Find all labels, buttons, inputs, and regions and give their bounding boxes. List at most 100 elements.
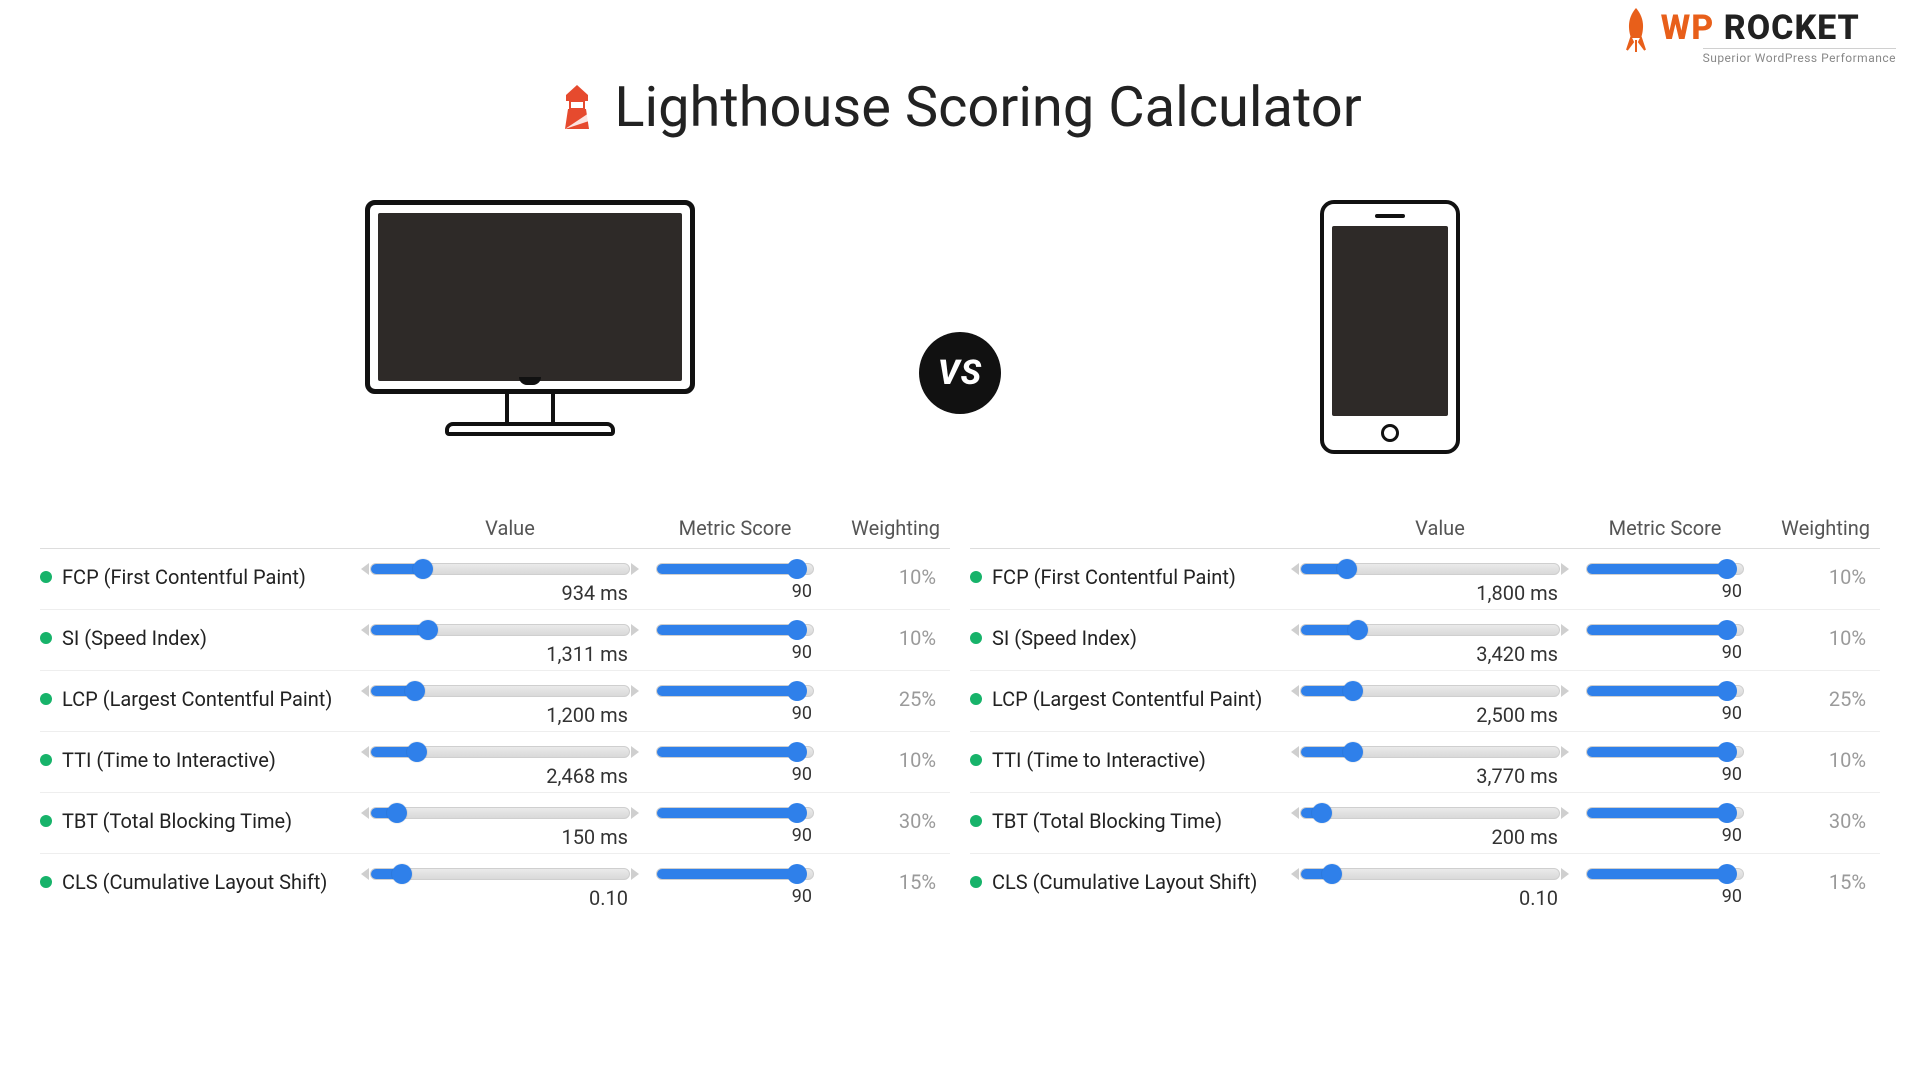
status-dot-icon [970,571,982,583]
value-slider[interactable] [1300,807,1560,819]
score-slider[interactable] [656,746,814,758]
score-slider[interactable] [656,624,814,636]
status-dot-icon [970,754,982,766]
metric-weight: 10% [820,624,940,650]
metric-row: CLS (Cumulative Layout Shift)0.109015% [970,853,1880,914]
metric-weight: 10% [1750,624,1870,650]
metric-score: 90 [650,886,820,907]
metric-value: 200 ms [1300,825,1560,849]
metric-label: TTI (Time to Interactive) [970,746,1300,772]
status-dot-icon [970,693,982,705]
value-slider[interactable] [370,807,630,819]
status-dot-icon [40,632,52,644]
score-slider[interactable] [1586,746,1744,758]
metric-row: FCP (First Contentful Paint) 1,800 ms 9010… [970,549,1880,609]
score-slider[interactable] [656,685,814,697]
status-dot-icon [40,876,52,888]
metric-value: 2,500 ms [1300,703,1560,727]
metric-score: 90 [1580,703,1750,724]
score-slider[interactable] [656,563,814,575]
metric-score: 90 [1580,581,1750,602]
score-slider[interactable] [1586,807,1744,819]
metric-value: 150 ms [370,825,630,849]
metric-name: CLS (Cumulative Layout Shift) [62,870,327,894]
value-slider[interactable] [370,868,630,880]
metric-weight: 15% [820,868,940,894]
metric-score: 90 [650,703,820,724]
metric-row: SI (Speed Index)3,420 ms9010% [970,609,1880,670]
col-value: Value [370,516,650,540]
metric-weight: 10% [820,563,940,589]
metric-value: 0.10 [370,886,630,910]
metric-name: TTI (Time to Interactive) [62,748,276,772]
metric-weight: 25% [820,685,940,711]
desktop-metrics-table: Value Metric Score Weighting FCP (First … [40,516,950,914]
brand-logo: WP ROCKET Superior WordPress Performance [1619,8,1896,65]
score-slider[interactable] [1586,563,1744,575]
metric-label: LCP (Largest Contentful Paint) [40,685,370,711]
metric-weight: 30% [820,807,940,833]
brand-tagline: Superior WordPress Performance [1703,48,1896,65]
rocket-icon [1619,8,1653,52]
status-dot-icon [40,815,52,827]
vs-badge: VS [919,332,1001,414]
metric-row: SI (Speed Index)1,311 ms9010% [40,609,950,670]
metric-row: TTI (Time to Interactive) 2,468 ms 9010% [40,731,950,792]
metric-label: TBT (Total Blocking Time) [970,807,1300,833]
value-slider[interactable] [1300,563,1560,575]
status-dot-icon [970,876,982,888]
metric-name: TTI (Time to Interactive) [992,748,1206,772]
value-slider[interactable] [370,685,630,697]
metric-name: SI (Speed Index) [992,626,1137,650]
mobile-metrics-table: Value Metric Score Weighting FCP (First … [970,516,1880,914]
metric-label: FCP (First Contentful Paint) [970,563,1300,589]
score-slider[interactable] [1586,624,1744,636]
metric-weight: 10% [1750,563,1870,589]
value-slider[interactable] [1300,624,1560,636]
metric-label: TBT (Total Blocking Time) [40,807,370,833]
metric-row: FCP (First Contentful Paint)934 ms9010% [40,549,950,609]
metric-row: CLS (Cumulative Layout Shift) 0.10 9015% [40,853,950,914]
metric-label: SI (Speed Index) [40,624,370,650]
col-value: Value [1300,516,1580,540]
value-slider[interactable] [1300,746,1560,758]
metric-value: 0.10 [1300,886,1560,910]
page-title: Lighthouse Scoring Calculator [558,74,1361,140]
metric-score: 90 [650,764,820,785]
metric-name: LCP (Largest Contentful Paint) [992,687,1262,711]
brand-wp: WP [1661,8,1715,48]
metric-name: TBT (Total Blocking Time) [992,809,1222,833]
metric-row: TBT (Total Blocking Time)200 ms9030% [970,792,1880,853]
status-dot-icon [40,571,52,583]
metric-name: FCP (First Contentful Paint) [62,565,306,589]
metric-weight: 15% [1750,868,1870,894]
metric-score: 90 [1580,825,1750,846]
score-slider[interactable] [656,807,814,819]
score-slider[interactable] [656,868,814,880]
value-slider[interactable] [370,624,630,636]
metric-weight: 10% [820,746,940,772]
metric-row: LCP (Largest Contentful Paint)1,200 ms90… [40,670,950,731]
metric-label: SI (Speed Index) [970,624,1300,650]
metric-score: 90 [650,642,820,663]
score-slider[interactable] [1586,868,1744,880]
metric-name: FCP (First Contentful Paint) [992,565,1236,589]
value-slider[interactable] [370,746,630,758]
metric-name: TBT (Total Blocking Time) [62,809,292,833]
metric-score: 90 [1580,886,1750,907]
metric-row: TBT (Total Blocking Time) 150 ms 9030% [40,792,950,853]
col-score: Metric Score [1580,516,1750,540]
lighthouse-icon [558,83,596,131]
value-slider[interactable] [370,563,630,575]
score-slider[interactable] [1586,685,1744,697]
col-weight: Weighting [1750,516,1870,540]
metric-value: 1,800 ms [1300,581,1560,605]
metric-score: 90 [650,825,820,846]
status-dot-icon [970,815,982,827]
metric-weight: 25% [1750,685,1870,711]
value-slider[interactable] [1300,685,1560,697]
metric-value: 2,468 ms [370,764,630,788]
value-slider[interactable] [1300,868,1560,880]
metric-value: 934 ms [370,581,630,605]
metric-value: 3,420 ms [1300,642,1560,666]
